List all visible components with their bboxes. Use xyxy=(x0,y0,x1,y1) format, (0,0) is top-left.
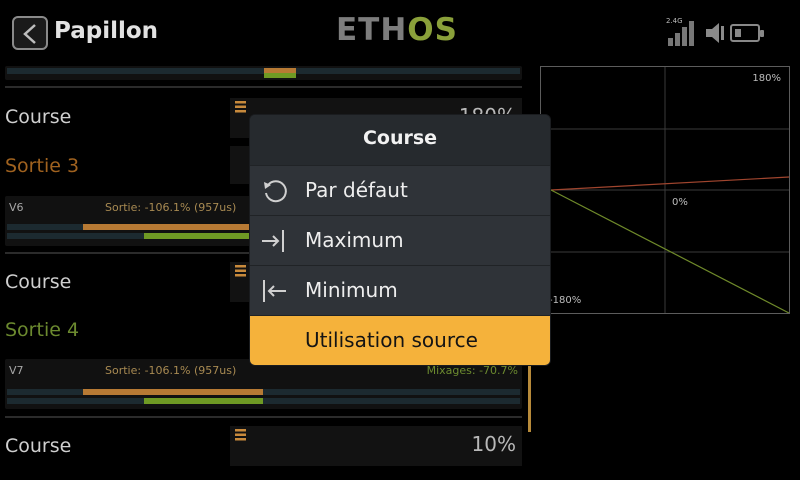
speaker-icon xyxy=(706,23,724,43)
option-label: Minimum xyxy=(305,278,398,302)
option-use-source[interactable]: Utilisation source xyxy=(250,315,550,365)
graph-bottom-label: -180% xyxy=(549,295,582,306)
option-default[interactable]: Par défaut xyxy=(250,165,550,215)
output-value: Sortie: -106.1% (957us) xyxy=(105,364,237,377)
status-area: 2.4G xyxy=(666,16,786,48)
output-curve-graph: 180% 0% -180% xyxy=(540,66,790,314)
channel-label: V7 xyxy=(9,364,24,377)
back-button[interactable] xyxy=(12,16,48,50)
reset-icon xyxy=(264,180,287,203)
channel-label: V6 xyxy=(9,201,24,214)
channel-monitor-v7: V7 Sortie: -106.1% (957us) Mixages: -70.… xyxy=(5,359,522,409)
graph-top-label: 180% xyxy=(752,73,781,84)
arrow-to-max-icon xyxy=(262,230,284,252)
course-value: 10% xyxy=(471,432,516,456)
chevron-left-icon xyxy=(23,24,36,44)
popup-title: Course xyxy=(362,127,438,149)
menu-icon xyxy=(235,265,246,277)
output-3-title: Sortie 3 xyxy=(5,155,80,177)
ethos-logo: ETHOS xyxy=(336,12,458,48)
option-minimum[interactable]: Minimum xyxy=(250,265,550,315)
output-4-title: Sortie 4 xyxy=(5,319,80,341)
arrow-to-min-icon xyxy=(263,280,286,302)
course-options-popup: Course Par défaut Maximum Minimum Utilis… xyxy=(250,115,550,365)
option-label: Par défaut xyxy=(305,178,408,202)
option-label: Utilisation source xyxy=(305,328,478,352)
option-label: Maximum xyxy=(305,228,404,252)
course-value-field[interactable]: 10% xyxy=(230,426,522,466)
popup-header: Course xyxy=(250,115,550,165)
menu-icon xyxy=(235,101,246,113)
menu-icon xyxy=(235,429,246,441)
top-bar: Papillon ETHOS 2.4G xyxy=(0,0,800,66)
page-title: Papillon xyxy=(54,18,159,44)
signal-band-label: 2.4G xyxy=(666,17,683,25)
course-label: Course xyxy=(5,106,72,128)
option-maximum[interactable]: Maximum xyxy=(250,215,550,265)
channel-monitor-partial xyxy=(5,66,522,80)
course-label: Course xyxy=(5,435,72,457)
mix-value: Mixages: -70.7% xyxy=(426,364,518,377)
course-label: Course xyxy=(5,271,72,293)
output-value: Sortie: -106.1% (957us) xyxy=(105,201,237,214)
battery-icon xyxy=(730,24,764,42)
graph-mid-label: 0% xyxy=(672,197,688,208)
